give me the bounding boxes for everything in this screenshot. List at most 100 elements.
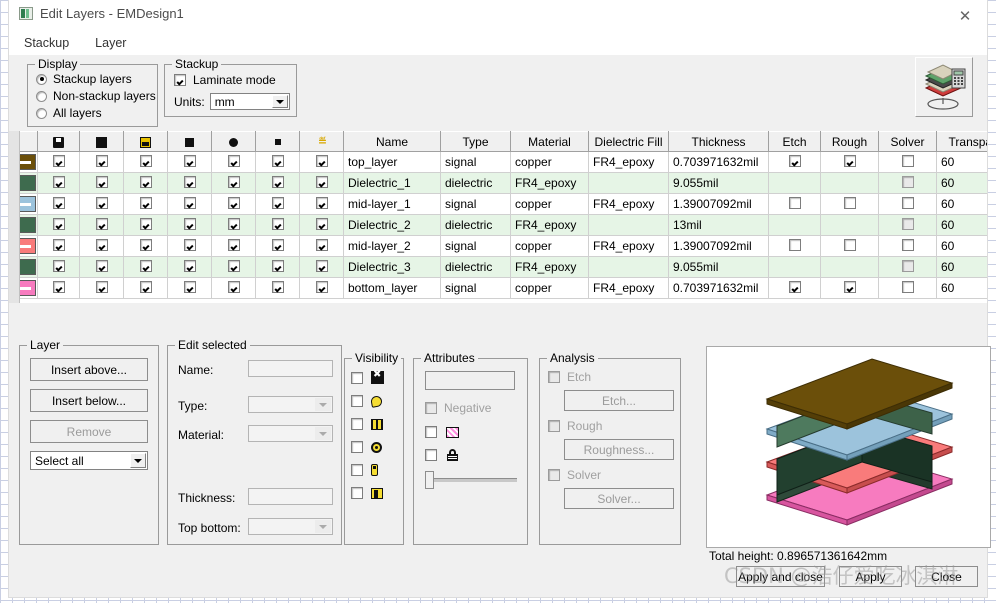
table-row[interactable]: Dielectric_1 dielectric FR4_epoxy 9.055mil 6…	[9, 172, 987, 194]
row-flag-5[interactable]	[255, 235, 300, 257]
row-flag-5[interactable]	[255, 151, 300, 173]
flag-checkbox[interactable]	[227, 259, 240, 272]
th-thickness[interactable]: Thickness	[668, 131, 769, 152]
row-rough-checkbox[interactable]	[843, 238, 856, 251]
row-material[interactable]: copper	[510, 277, 589, 299]
flag-checkbox[interactable]	[95, 217, 108, 230]
chevron-down-icon[interactable]	[315, 520, 331, 533]
flag-checkbox[interactable]	[52, 280, 65, 293]
row-rough[interactable]	[820, 151, 879, 173]
flag-checkbox[interactable]	[95, 196, 108, 209]
flag-checkbox[interactable]	[139, 238, 152, 251]
row-flag-5[interactable]	[255, 256, 300, 278]
row-solver-checkbox[interactable]	[901, 238, 914, 251]
row-flag-4[interactable]	[211, 193, 256, 215]
row-flag-0[interactable]	[37, 151, 80, 173]
row-thickness[interactable]: 9.055mil	[668, 256, 769, 278]
material-dropdown[interactable]	[248, 425, 333, 442]
flag-checkbox[interactable]	[227, 217, 240, 230]
row-dielectric-fill[interactable]: FR4_epoxy	[588, 151, 669, 173]
flag-checkbox[interactable]	[52, 238, 65, 251]
name-field[interactable]	[248, 360, 333, 377]
row-type[interactable]: signal	[440, 235, 511, 257]
row-flag-3[interactable]	[167, 256, 212, 278]
visibility-checkbox-1[interactable]	[351, 395, 363, 407]
flag-checkbox[interactable]	[139, 154, 152, 167]
table-row[interactable]: top_layer signal copper FR4_epoxy 0.70397163…	[9, 151, 987, 173]
visibility-row-3[interactable]	[351, 441, 403, 453]
row-type[interactable]: signal	[440, 277, 511, 299]
flag-checkbox[interactable]	[315, 196, 328, 209]
visibility-row-0[interactable]	[351, 369, 403, 384]
row-thickness[interactable]: 13mil	[668, 214, 769, 236]
row-material[interactable]: FR4_epoxy	[510, 172, 589, 194]
stackup-3d-preview[interactable]	[706, 346, 991, 548]
flag-checkbox[interactable]	[271, 259, 284, 272]
row-name[interactable]: Dielectric_1	[343, 172, 441, 194]
row-flag-2[interactable]	[123, 235, 168, 257]
row-name[interactable]: Dielectric_3	[343, 256, 441, 278]
row-flag-1[interactable]	[79, 256, 124, 278]
row-rough[interactable]	[820, 193, 879, 215]
radio-all-layers[interactable]: All layers	[36, 106, 157, 120]
flag-checkbox[interactable]	[315, 175, 328, 188]
row-etch[interactable]	[768, 193, 821, 215]
row-flag-6[interactable]	[299, 172, 344, 194]
lock-checkbox[interactable]	[425, 449, 437, 461]
row-flag-2[interactable]	[123, 172, 168, 194]
flag-checkbox[interactable]	[271, 196, 284, 209]
flag-checkbox[interactable]	[183, 238, 196, 251]
row-rough-checkbox[interactable]	[843, 196, 856, 209]
flag-checkbox[interactable]	[52, 259, 65, 272]
row-type[interactable]: dielectric	[440, 172, 511, 194]
row-solver[interactable]	[878, 151, 937, 173]
row-flag-6[interactable]	[299, 151, 344, 173]
row-name[interactable]: Dielectric_2	[343, 214, 441, 236]
row-flag-3[interactable]	[167, 172, 212, 194]
flag-checkbox[interactable]	[315, 238, 328, 251]
row-etch[interactable]	[768, 151, 821, 173]
flag-checkbox[interactable]	[52, 175, 65, 188]
flag-checkbox[interactable]	[95, 154, 108, 167]
row-transparency[interactable]: 60	[936, 214, 987, 236]
row-name[interactable]: mid-layer_2	[343, 235, 441, 257]
units-select[interactable]: mm	[209, 93, 290, 110]
row-rough-checkbox[interactable]	[843, 154, 856, 167]
row-etch-checkbox[interactable]	[788, 196, 801, 209]
row-flag-4[interactable]	[211, 256, 256, 278]
th-via-icon[interactable]: ≝	[299, 131, 344, 152]
flag-checkbox[interactable]	[227, 175, 240, 188]
flag-checkbox[interactable]	[52, 154, 65, 167]
row-transparency[interactable]: 60	[936, 256, 987, 278]
th-type[interactable]: Type	[440, 131, 511, 152]
row-type[interactable]: dielectric	[440, 214, 511, 236]
row-flag-3[interactable]	[167, 151, 212, 173]
flag-checkbox[interactable]	[271, 280, 284, 293]
pattern-checkbox[interactable]	[425, 426, 437, 438]
flag-checkbox[interactable]	[315, 217, 328, 230]
row-flag-4[interactable]	[211, 235, 256, 257]
row-type[interactable]: dielectric	[440, 256, 511, 278]
row-rough[interactable]	[820, 235, 879, 257]
row-type[interactable]: signal	[440, 193, 511, 215]
visibility-row-5[interactable]	[351, 487, 403, 499]
th-rough[interactable]: Rough	[820, 131, 879, 152]
flag-checkbox[interactable]	[227, 280, 240, 293]
flag-checkbox[interactable]	[139, 175, 152, 188]
visibility-row-1[interactable]	[351, 394, 403, 408]
row-flag-3[interactable]	[167, 214, 212, 236]
row-material[interactable]: copper	[510, 151, 589, 173]
row-flag-5[interactable]	[255, 214, 300, 236]
row-dielectric-fill[interactable]	[588, 172, 669, 194]
row-etch-checkbox[interactable]	[788, 238, 801, 251]
row-flag-4[interactable]	[211, 277, 256, 299]
lock-row[interactable]	[425, 449, 527, 461]
flag-checkbox[interactable]	[183, 259, 196, 272]
flag-checkbox[interactable]	[183, 175, 196, 188]
row-dielectric-fill[interactable]	[588, 214, 669, 236]
row-transparency[interactable]: 60	[936, 235, 987, 257]
radio-non-stackup-layers[interactable]: Non-stackup layers	[36, 89, 157, 103]
row-name[interactable]: bottom_layer	[343, 277, 441, 299]
row-solver[interactable]	[878, 214, 937, 236]
close-window-button[interactable]: ✕	[943, 0, 987, 31]
